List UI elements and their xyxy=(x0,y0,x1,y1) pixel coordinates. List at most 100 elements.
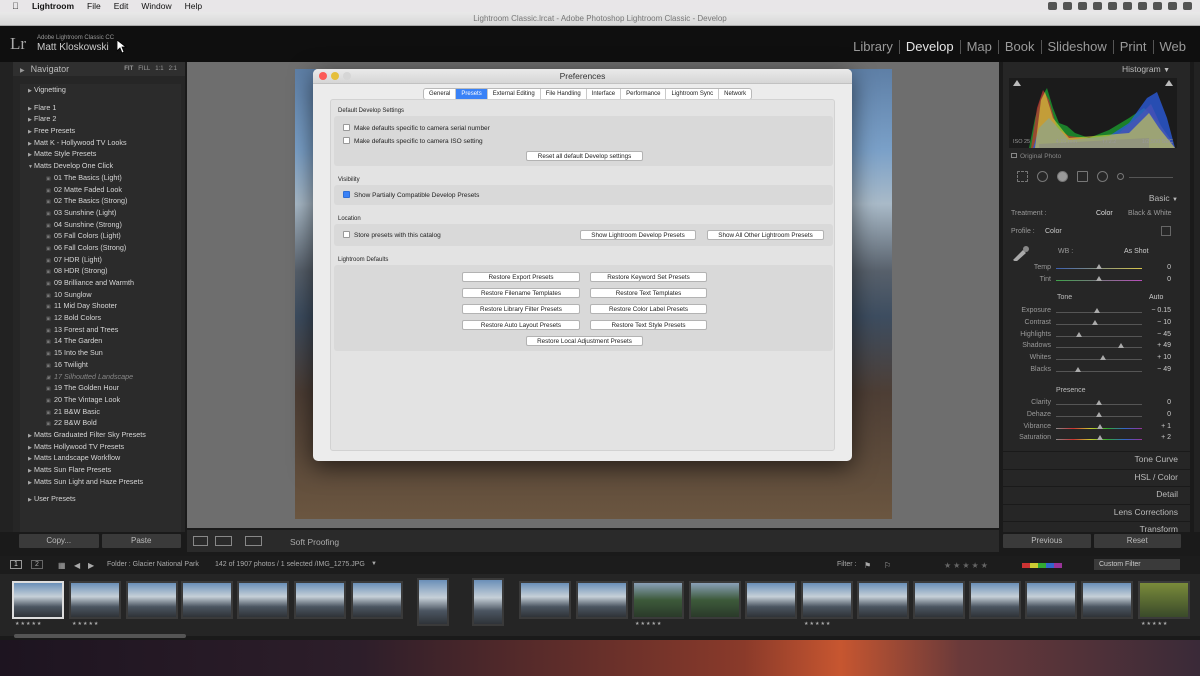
basic-header[interactable]: Basic ▼ xyxy=(1149,193,1178,203)
preset-folder[interactable]: ▶ Matts Graduated Filter Sky Presets xyxy=(20,429,181,441)
module-map[interactable]: Map xyxy=(959,40,998,54)
slider-value[interactable]: − 0.15 xyxy=(1147,307,1171,314)
copy-button[interactable]: Copy... xyxy=(19,534,99,548)
menu-help[interactable]: Help xyxy=(185,1,202,11)
filmstrip-thumbnail[interactable] xyxy=(472,578,504,626)
zoom-fill[interactable]: FILL xyxy=(138,66,150,72)
filmstrip-thumbnail[interactable] xyxy=(417,578,449,626)
filmstrip-thumbnail[interactable] xyxy=(237,581,289,619)
preset-folder[interactable]: ▶ Matte Style Presets xyxy=(20,148,181,160)
preset-folder[interactable]: ▶ Vignetting xyxy=(20,84,181,96)
preset-item[interactable]: ▣ 08 HDR (Strong) xyxy=(20,265,181,277)
white-balance-eyedropper-icon[interactable] xyxy=(1011,245,1031,261)
preset-item[interactable]: ▣ 13 Forest and Trees xyxy=(20,324,181,336)
filmstrip-thumbnail[interactable] xyxy=(351,581,403,619)
preset-item[interactable]: ▣ 07 HDR (Light) xyxy=(20,254,181,266)
iso-checkbox[interactable]: Make defaults specific to camera ISO set… xyxy=(343,137,483,145)
filmstrip-thumbnail[interactable] xyxy=(126,581,178,619)
checkbox-checked-icon[interactable] xyxy=(343,191,350,198)
filmstrip-thumbnail[interactable] xyxy=(12,581,64,619)
creative-cloud-icon[interactable] xyxy=(1063,2,1072,10)
close-window-icon[interactable] xyxy=(319,72,327,80)
apple-icon[interactable]:  xyxy=(12,1,22,11)
graduated-filter-icon[interactable] xyxy=(1077,171,1088,182)
restore-color-label-presets-button[interactable]: Restore Color Label Presets xyxy=(590,304,707,314)
tab-presets[interactable]: Presets xyxy=(455,89,487,99)
filmstrip-thumbnail[interactable] xyxy=(181,581,233,619)
right-panel-edge[interactable] xyxy=(1194,62,1200,532)
slider-value[interactable]: 0 xyxy=(1147,399,1171,406)
filmstrip-thumbnail[interactable] xyxy=(801,581,853,619)
record-icon[interactable] xyxy=(1078,2,1087,10)
preset-item[interactable]: ▣ 01 The Basics (Light) xyxy=(20,172,181,184)
tab-interface[interactable]: Interface xyxy=(585,89,620,99)
filmstrip-thumbnail[interactable] xyxy=(689,581,741,619)
menu-lightroom[interactable]: Lightroom xyxy=(32,1,74,11)
tint-value[interactable]: 0 xyxy=(1147,276,1171,283)
slider-thumb[interactable] xyxy=(1096,411,1102,417)
preset-folder[interactable]: ▶ User Presets xyxy=(20,493,181,505)
preset-item[interactable]: ▣ 11 Mid Day Shooter xyxy=(20,300,181,312)
preset-item[interactable]: ▣ 12 Bold Colors xyxy=(20,312,181,324)
preset-folder[interactable]: ▶ Flare 2 xyxy=(20,113,181,125)
profile-value[interactable]: Color xyxy=(1045,228,1062,235)
slider-value[interactable]: − 45 xyxy=(1147,331,1171,338)
menu-list-icon[interactable] xyxy=(1183,2,1192,10)
zoom-fit[interactable]: FIT xyxy=(124,66,133,72)
show-partial-checkbox[interactable]: Show Partially Compatible Develop Preset… xyxy=(343,191,479,199)
loupe-view-icon[interactable] xyxy=(193,536,208,546)
wifi-icon[interactable] xyxy=(1123,2,1132,10)
checkbox-icon[interactable] xyxy=(343,231,350,238)
slider-value[interactable]: 0 xyxy=(1147,411,1171,418)
color-label-filter[interactable] xyxy=(1022,563,1062,568)
restore-auto-layout-presets-button[interactable]: Restore Auto Layout Presets xyxy=(462,320,580,330)
before-after-icon[interactable] xyxy=(215,536,232,546)
preset-item[interactable]: ▣ 14 The Garden xyxy=(20,335,181,347)
temp-slider-thumb[interactable] xyxy=(1096,264,1102,269)
tint-slider-thumb[interactable] xyxy=(1096,276,1102,281)
preset-folder[interactable]: ▶ Free Presets xyxy=(20,125,181,137)
grid-icon[interactable]: ▦ xyxy=(58,561,66,570)
slider-thumb[interactable] xyxy=(1117,343,1124,349)
crop-tool-icon[interactable] xyxy=(1017,171,1028,182)
panel-section-header[interactable]: HSL / Color xyxy=(1003,468,1190,483)
preset-item[interactable]: ▣ 06 Fall Colors (Strong) xyxy=(20,242,181,254)
histogram-chart[interactable] xyxy=(1009,78,1177,148)
tone-auto-button[interactable]: Auto xyxy=(1149,294,1163,301)
slider-thumb[interactable] xyxy=(1096,400,1102,405)
preset-folder[interactable]: ▶ Flare 1 xyxy=(20,102,181,114)
previous-button[interactable]: Previous xyxy=(1003,534,1091,548)
preset-item[interactable]: ▣ 15 Into the Sun xyxy=(20,347,181,359)
slider-track[interactable] xyxy=(1056,323,1142,325)
filmstrip-thumbnail[interactable] xyxy=(1081,581,1133,619)
navigator-header[interactable]: ▶ Navigator FIT FILL 1:1 2:1 xyxy=(13,62,185,76)
slider-value[interactable]: + 1 xyxy=(1147,423,1171,430)
slider-thumb[interactable] xyxy=(1091,319,1098,325)
slider-value[interactable]: + 2 xyxy=(1147,434,1171,441)
filmstrip-thumbnail[interactable] xyxy=(632,581,684,619)
panel-section-header[interactable]: Detail xyxy=(1003,486,1190,500)
slider-track[interactable] xyxy=(1056,359,1142,361)
zoom-2-1[interactable]: 2:1 xyxy=(169,66,177,72)
radial-filter-icon[interactable] xyxy=(1097,171,1108,182)
arrow-left-icon[interactable]: ◀ xyxy=(74,561,80,570)
slider-track[interactable] xyxy=(1056,335,1142,337)
slider-track[interactable] xyxy=(1056,347,1142,349)
dropdown-icon[interactable]: ▼ xyxy=(371,561,377,567)
page-1-button[interactable]: 1 xyxy=(10,560,22,569)
preset-folder[interactable]: ▶ Matts Sun Flare Presets xyxy=(20,464,181,476)
filmstrip-thumbnail[interactable] xyxy=(1138,581,1190,619)
custom-filter-dropdown[interactable]: Custom Filter xyxy=(1094,559,1180,570)
yy-view-icon[interactable] xyxy=(245,536,262,546)
store-presets-checkbox[interactable]: Store presets with this catalog xyxy=(343,231,441,239)
restore-filename-templates-button[interactable]: Restore Filename Templates xyxy=(462,288,580,298)
red-eye-icon[interactable] xyxy=(1057,171,1068,182)
preset-item[interactable]: ▣ 03 Sunshine (Light) xyxy=(20,207,181,219)
panel-section-header[interactable]: Lens Corrections xyxy=(1003,503,1190,518)
filmstrip-thumbnail[interactable] xyxy=(1025,581,1077,619)
slider-value[interactable]: + 49 xyxy=(1147,342,1171,349)
preset-item[interactable]: ▣ 17 Silhoutted Landscape xyxy=(20,371,181,383)
flag-reject-icon[interactable]: ⚐ xyxy=(884,561,891,570)
show-develop-presets-button[interactable]: Show Lightroom Develop Presets xyxy=(580,230,696,240)
filmstrip-scrollbar[interactable] xyxy=(14,634,186,638)
